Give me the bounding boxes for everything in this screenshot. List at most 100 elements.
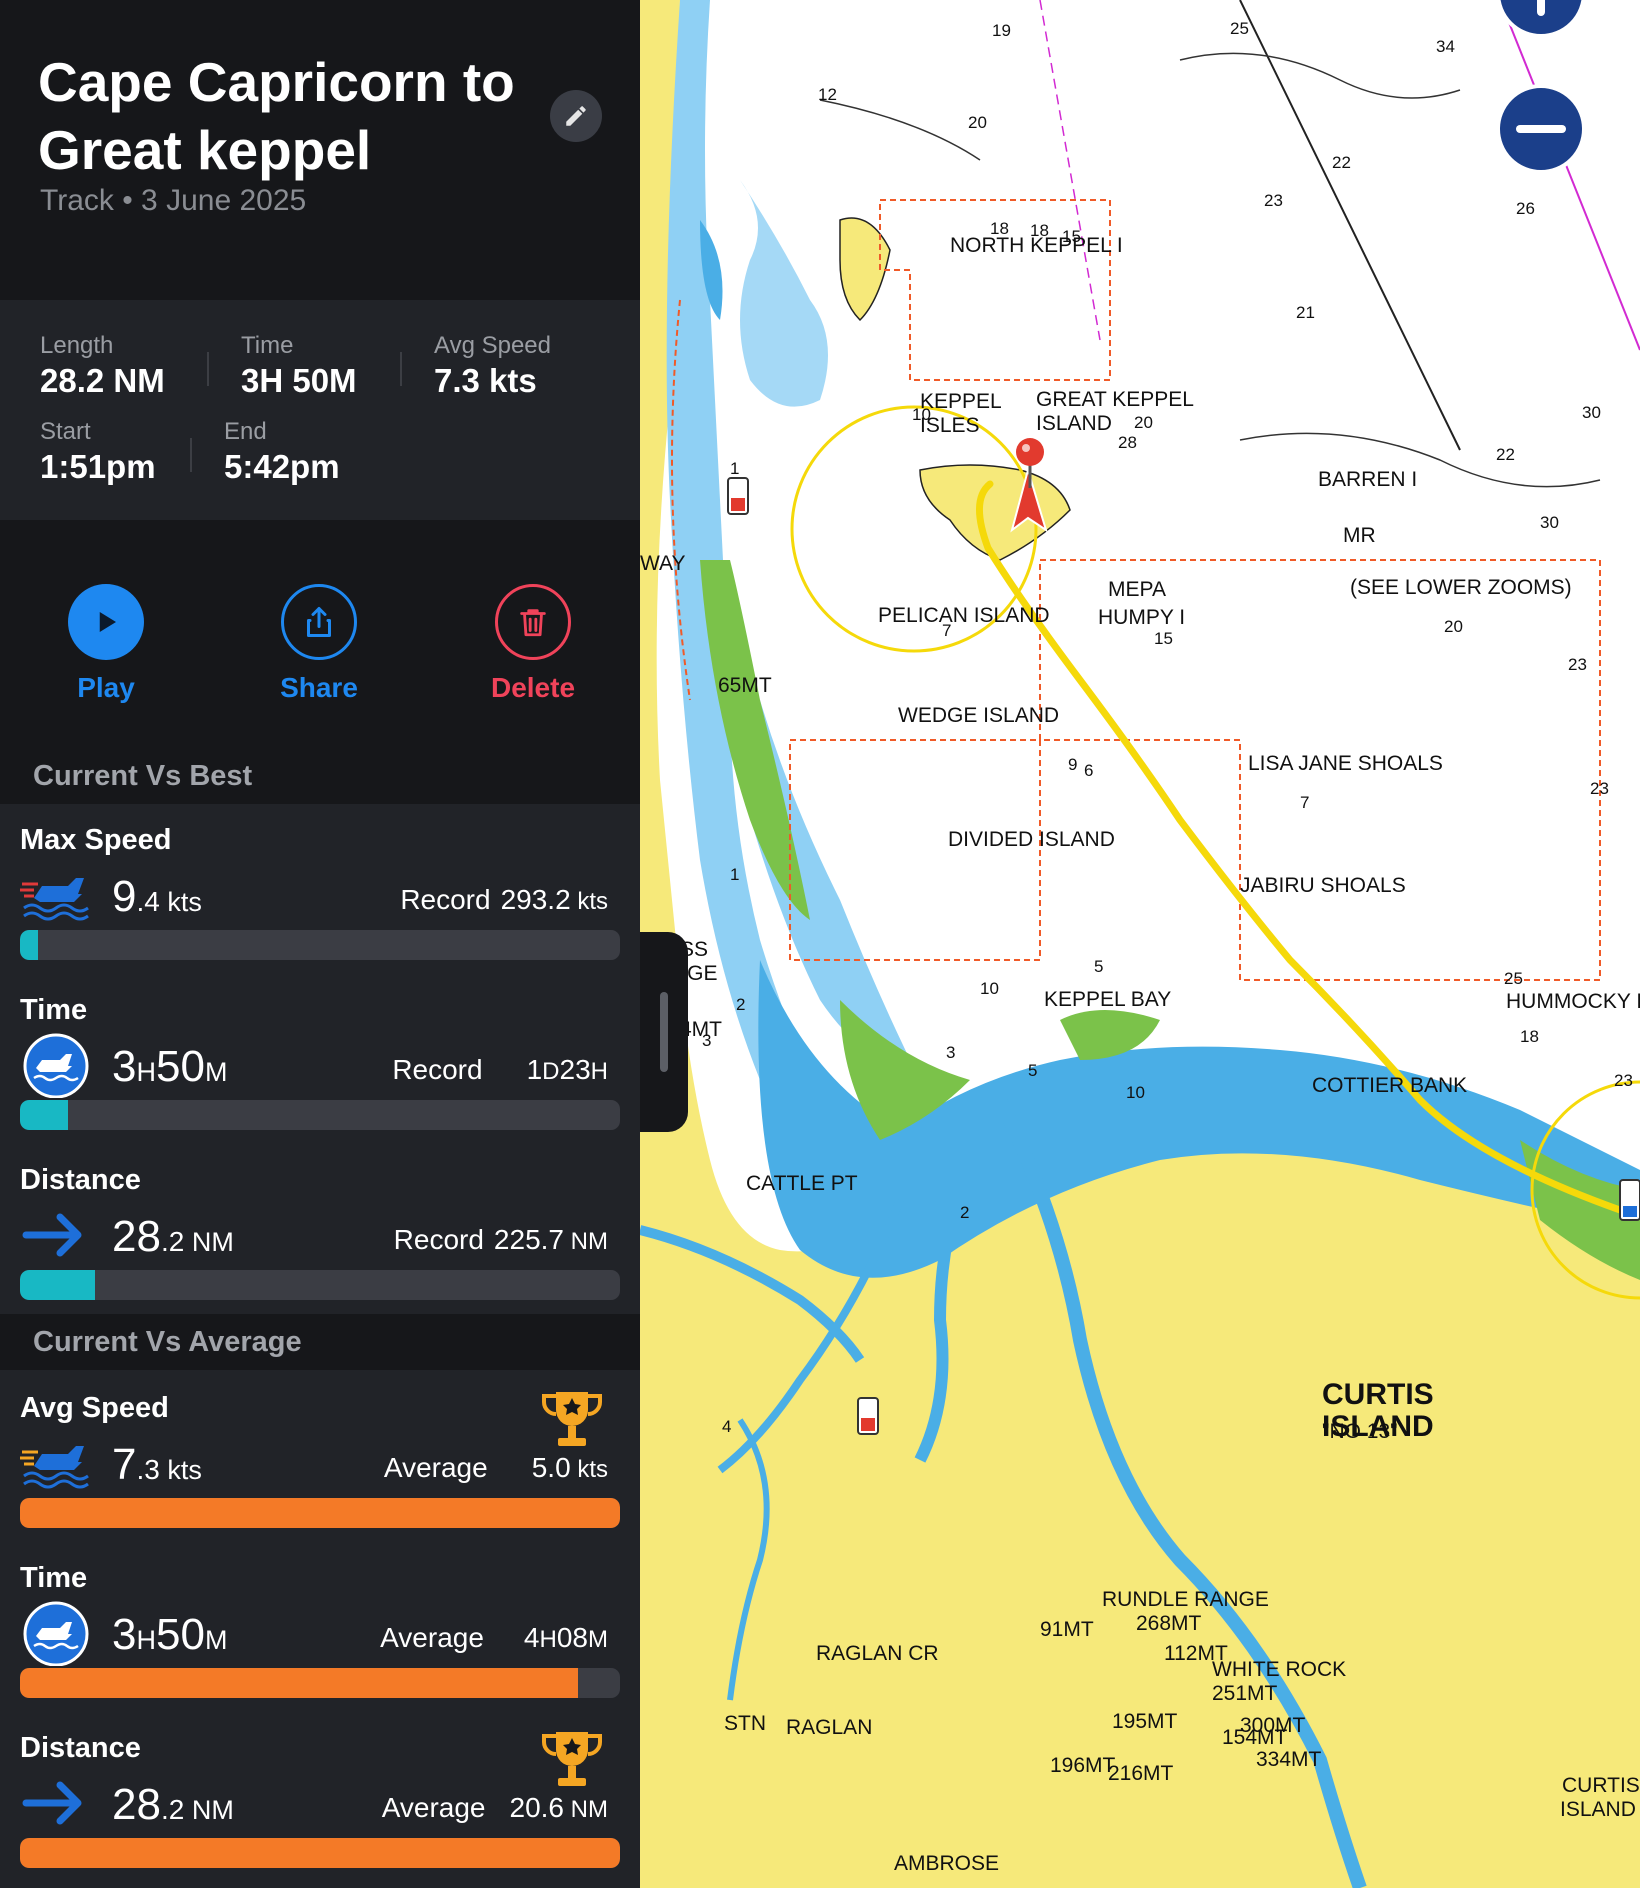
- value-unit: kts: [159, 1455, 202, 1485]
- record-value: 293.2: [500, 884, 571, 915]
- map-label: RAGLAN: [786, 1716, 872, 1739]
- depth-sounding: 3: [946, 1043, 955, 1062]
- stat-length-value: 28.2 NM: [40, 362, 165, 399]
- depth-sounding: 5: [1028, 1061, 1037, 1080]
- record-unit: NM: [564, 1228, 608, 1255]
- delete-circle: [495, 584, 571, 660]
- depth-sounding: 19: [992, 21, 1011, 40]
- stat-end-label: End: [224, 418, 267, 445]
- map-label: CURTIS: [1562, 1774, 1640, 1797]
- map-label: PELICAN ISLAND: [878, 604, 1050, 627]
- grip: [660, 992, 668, 1072]
- record-hours: 23: [559, 1054, 591, 1085]
- stat-start-label: Start: [40, 418, 91, 445]
- progress-fill: [20, 1498, 620, 1528]
- edit-title-button[interactable]: [550, 90, 602, 142]
- track-details-panel: Cape Capricorn to Great keppel Track • 3…: [0, 0, 640, 1888]
- record-days: 1: [526, 1054, 543, 1085]
- unit-d: D: [542, 1058, 560, 1085]
- map-label: ISLAND: [1036, 412, 1112, 435]
- zoom-out-button[interactable]: [1496, 84, 1586, 174]
- depth-sounding: 23: [1614, 1071, 1633, 1090]
- boat-time-icon: [23, 1601, 89, 1666]
- current-vs-best-heading: Current Vs Best: [33, 760, 253, 792]
- value-unit: NM: [184, 1795, 234, 1825]
- progress-bar: [20, 1668, 620, 1698]
- metric-max-speed: Max Speed 9.4 kts Record 293.2 kts: [20, 824, 620, 984]
- metric-distance: Distance 28.2 NM Record 225.7 NM: [20, 1164, 620, 1324]
- map-label: 91MT: [1040, 1618, 1094, 1641]
- map-label: WAY: [640, 552, 686, 575]
- share-button[interactable]: Share: [254, 584, 384, 704]
- play-button[interactable]: Play: [41, 584, 171, 704]
- edit-icon: [566, 106, 586, 126]
- share-label: Share: [280, 672, 358, 703]
- map-label: STN: [724, 1712, 766, 1735]
- map-label: ISLAND: [1560, 1798, 1636, 1821]
- delete-button[interactable]: Delete: [468, 584, 598, 704]
- fuel-gauge-icon: [727, 477, 749, 515]
- value-hours: 3: [112, 1042, 137, 1091]
- share-icon: [307, 607, 331, 637]
- depth-sounding: 1: [730, 459, 739, 478]
- depth-sounding: 2: [736, 995, 745, 1014]
- stat-time: Time 3H 50M: [241, 332, 357, 400]
- average-value: 5.0: [531, 1452, 571, 1483]
- trophy-icon: [542, 1392, 602, 1446]
- map-label: RUNDLE RANGE: [1102, 1588, 1269, 1611]
- chart-canvas[interactable]: NORTH KEPPEL I KEPPEL ISLES GREAT KEPPEL…: [640, 0, 1640, 1888]
- stat-length-label: Length: [40, 332, 114, 359]
- metric-value: 9.4 kts: [112, 872, 202, 922]
- average: Average 20.6 NM: [382, 1792, 608, 1824]
- value-dec: .2: [160, 1226, 185, 1257]
- map-label: WHITE ROCK: [1212, 1658, 1346, 1681]
- map-label: GREAT KEPPEL: [1036, 388, 1194, 411]
- metric-name: Time: [20, 994, 88, 1026]
- depth-sounding: 34: [1436, 37, 1455, 56]
- nautical-chart-map[interactable]: NORTH KEPPEL I KEPPEL ISLES GREAT KEPPEL…: [640, 0, 1640, 1888]
- map-label: AMBROSE: [894, 1852, 999, 1875]
- progress-bar: [20, 1100, 620, 1130]
- progress-fill: [20, 930, 38, 960]
- depth-sounding: 22: [1496, 445, 1515, 464]
- unit-m: M: [204, 1625, 228, 1655]
- average-unit: NM: [564, 1796, 608, 1823]
- depth-sounding: 12: [818, 85, 837, 104]
- depth-sounding: 28: [1118, 433, 1137, 452]
- progress-bar: [20, 1498, 620, 1528]
- progress-bar: [20, 1838, 620, 1868]
- stat-time-label: Time: [241, 332, 294, 359]
- fuel-gauge-icon: [1619, 1179, 1640, 1221]
- map-label: MEPA: [1108, 578, 1166, 601]
- depth-sounding: 25: [1230, 19, 1249, 38]
- unit-h: H: [590, 1058, 608, 1085]
- metric-value: 28.2 NM: [112, 1780, 234, 1830]
- depth-sounding: 30: [1582, 403, 1601, 422]
- value-dec: .3: [136, 1454, 160, 1485]
- map-label: COTTIER BANK: [1312, 1074, 1467, 1097]
- metric-time: Time 3H50M Record 1D23H: [20, 994, 620, 1154]
- depth-sounding: 2: [960, 1203, 969, 1222]
- average-hours: 4: [523, 1622, 540, 1653]
- depth-sounding: 20: [1444, 617, 1463, 636]
- average: Average 4H08M: [380, 1622, 608, 1654]
- arrow-icon: [22, 1213, 82, 1257]
- delete-label: Delete: [490, 672, 576, 703]
- record-label: Record: [400, 884, 491, 915]
- depth-sounding: 7: [942, 621, 951, 640]
- zoom-out-icon: [1516, 125, 1566, 133]
- metric-value: 28.2 NM: [112, 1212, 234, 1262]
- metric-value: 7.3 kts: [112, 1440, 202, 1490]
- depth-sounding: 21: [1296, 303, 1315, 322]
- current-vs-average-card: Avg Speed 7.3 kts Average 5.0 kts Time 3…: [0, 1370, 640, 1888]
- play-icon: [99, 612, 116, 632]
- map-label: (SEE LOWER ZOOMS): [1350, 576, 1572, 599]
- unit-h: H: [136, 1625, 156, 1655]
- depth-sounding: 23: [1264, 191, 1283, 210]
- boat-time-icon: [23, 1033, 89, 1098]
- zoom-in-button[interactable]: [1496, 0, 1586, 38]
- stat-avg-value: 7.3 kts: [434, 362, 537, 399]
- depth-sounding: 20: [1134, 413, 1153, 432]
- panel-resize-handle[interactable]: [640, 932, 688, 1132]
- progress-fill: [20, 1668, 578, 1698]
